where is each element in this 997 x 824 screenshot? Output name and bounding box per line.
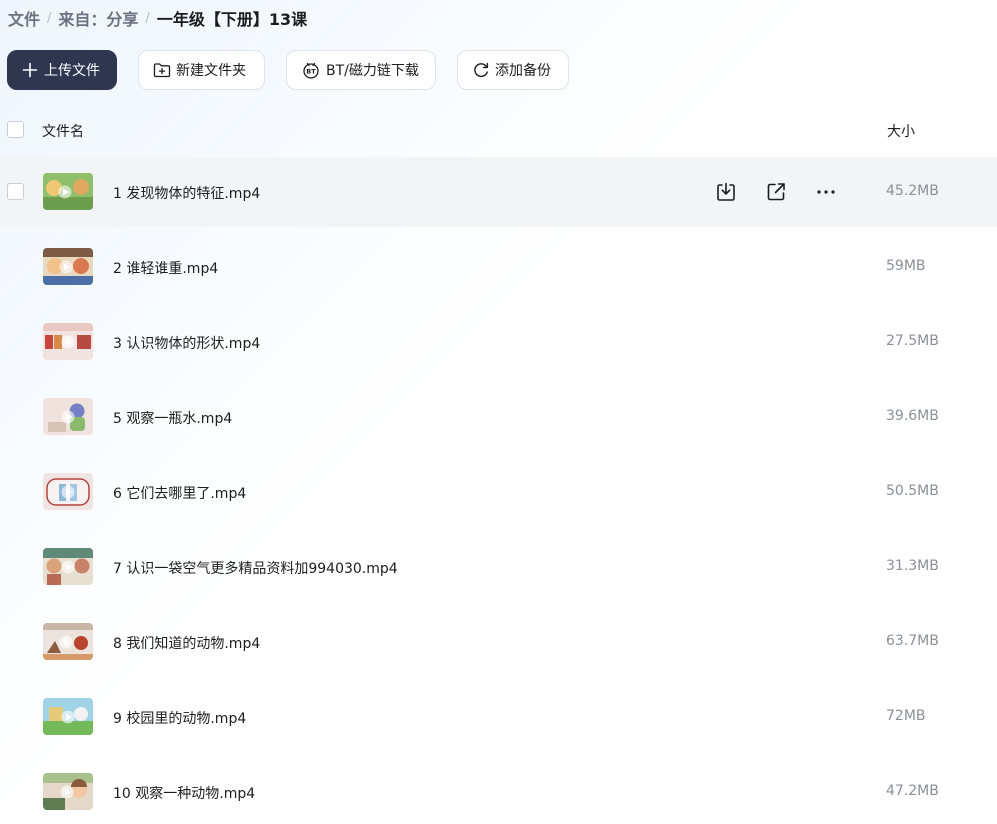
file-size: 59MB (886, 258, 926, 274)
more-icon[interactable] (814, 180, 838, 204)
bt-magnet-download-button[interactable]: BT BT/磁力链下载 (286, 50, 436, 90)
file-size: 47.2MB (886, 783, 939, 799)
file-name[interactable]: 8 我们知道的动物.mp4 (113, 633, 260, 653)
select-all-checkbox[interactable] (7, 121, 24, 138)
breadcrumb-current-folder: 一年级【下册】13课 (156, 10, 308, 29)
breadcrumb-separator: / (145, 10, 150, 26)
toolbar: 上传文件 新建文件夹 BT BT/磁力链下载 添加备份 (7, 50, 590, 90)
share-icon[interactable] (764, 180, 788, 204)
file-name[interactable]: 1 发现物体的特征.mp4 (113, 183, 260, 203)
video-thumbnail (43, 173, 93, 210)
file-size: 45.2MB (886, 183, 939, 199)
file-name[interactable]: 7 认识一袋空气更多精品资料加994030.mp4 (113, 558, 398, 578)
file-name[interactable]: 2 谁轻谁重.mp4 (113, 258, 218, 278)
video-thumbnail (43, 323, 93, 360)
file-row[interactable]: 2 谁轻谁重.mp4 59MB (0, 232, 997, 302)
sync-icon (474, 62, 489, 78)
column-header-filename[interactable]: 文件名 (42, 121, 84, 141)
new-folder-button[interactable]: 新建文件夹 (138, 50, 265, 90)
bt-icon: BT (303, 62, 319, 79)
video-thumbnail (43, 398, 93, 435)
video-thumbnail (43, 698, 93, 735)
file-list-header: 文件名 大小 (0, 110, 997, 150)
file-size: 39.6MB (886, 408, 939, 424)
file-name[interactable]: 10 观察一种动物.mp4 (113, 783, 255, 803)
file-row[interactable]: 3 认识物体的形状.mp4 27.5MB (0, 307, 997, 377)
download-icon[interactable] (714, 180, 738, 204)
new-folder-label: 新建文件夹 (176, 63, 246, 79)
bt-magnet-download-label: BT/磁力链下载 (326, 63, 419, 79)
upload-file-label: 上传文件 (44, 63, 100, 79)
video-thumbnail (43, 548, 93, 585)
row-actions (714, 180, 864, 204)
file-row[interactable]: 9 校园里的动物.mp4 72MB (0, 682, 997, 752)
folder-plus-icon (153, 63, 171, 78)
video-thumbnail (43, 473, 93, 510)
breadcrumb-separator: / (47, 10, 52, 26)
file-size: 72MB (886, 708, 926, 724)
file-name[interactable]: 3 认识物体的形状.mp4 (113, 333, 260, 353)
file-size: 27.5MB (886, 333, 939, 349)
upload-file-button[interactable]: 上传文件 (7, 50, 117, 90)
svg-text:BT: BT (306, 68, 316, 76)
plus-icon (22, 62, 38, 78)
file-name[interactable]: 5 观察一瓶水.mp4 (113, 408, 232, 428)
file-row[interactable]: 6 它们去哪里了.mp4 50.5MB (0, 457, 997, 527)
file-browser: 文件 / 来自：分享 / 一年级【下册】13课 上传文件 新建文件夹 BT BT… (0, 0, 997, 824)
file-row[interactable]: 5 观察一瓶水.mp4 39.6MB (0, 382, 997, 452)
breadcrumb-item-shared[interactable]: 来自：分享 (58, 6, 138, 30)
file-size: 50.5MB (886, 483, 939, 499)
row-checkbox[interactable] (7, 183, 24, 200)
file-row[interactable]: 8 我们知道的动物.mp4 63.7MB (0, 607, 997, 677)
file-size: 63.7MB (886, 633, 939, 649)
file-row[interactable]: 10 观察一种动物.mp4 47.2MB (0, 757, 997, 824)
video-thumbnail (43, 623, 93, 660)
file-name[interactable]: 9 校园里的动物.mp4 (113, 708, 246, 728)
breadcrumb-item-files[interactable]: 文件 (8, 6, 40, 30)
file-row[interactable]: 1 发现物体的特征.mp4 45.2MB (0, 157, 997, 227)
file-name[interactable]: 6 它们去哪里了.mp4 (113, 483, 246, 503)
add-backup-button[interactable]: 添加备份 (457, 50, 569, 90)
video-thumbnail (43, 773, 93, 810)
file-row[interactable]: 7 认识一袋空气更多精品资料加994030.mp4 31.3MB (0, 532, 997, 602)
video-thumbnail (43, 248, 93, 285)
add-backup-label: 添加备份 (495, 63, 551, 79)
breadcrumb: 文件 / 来自：分享 / 一年级【下册】13课 (8, 7, 307, 29)
column-header-size[interactable]: 大小 (887, 121, 915, 141)
file-size: 31.3MB (886, 558, 939, 574)
